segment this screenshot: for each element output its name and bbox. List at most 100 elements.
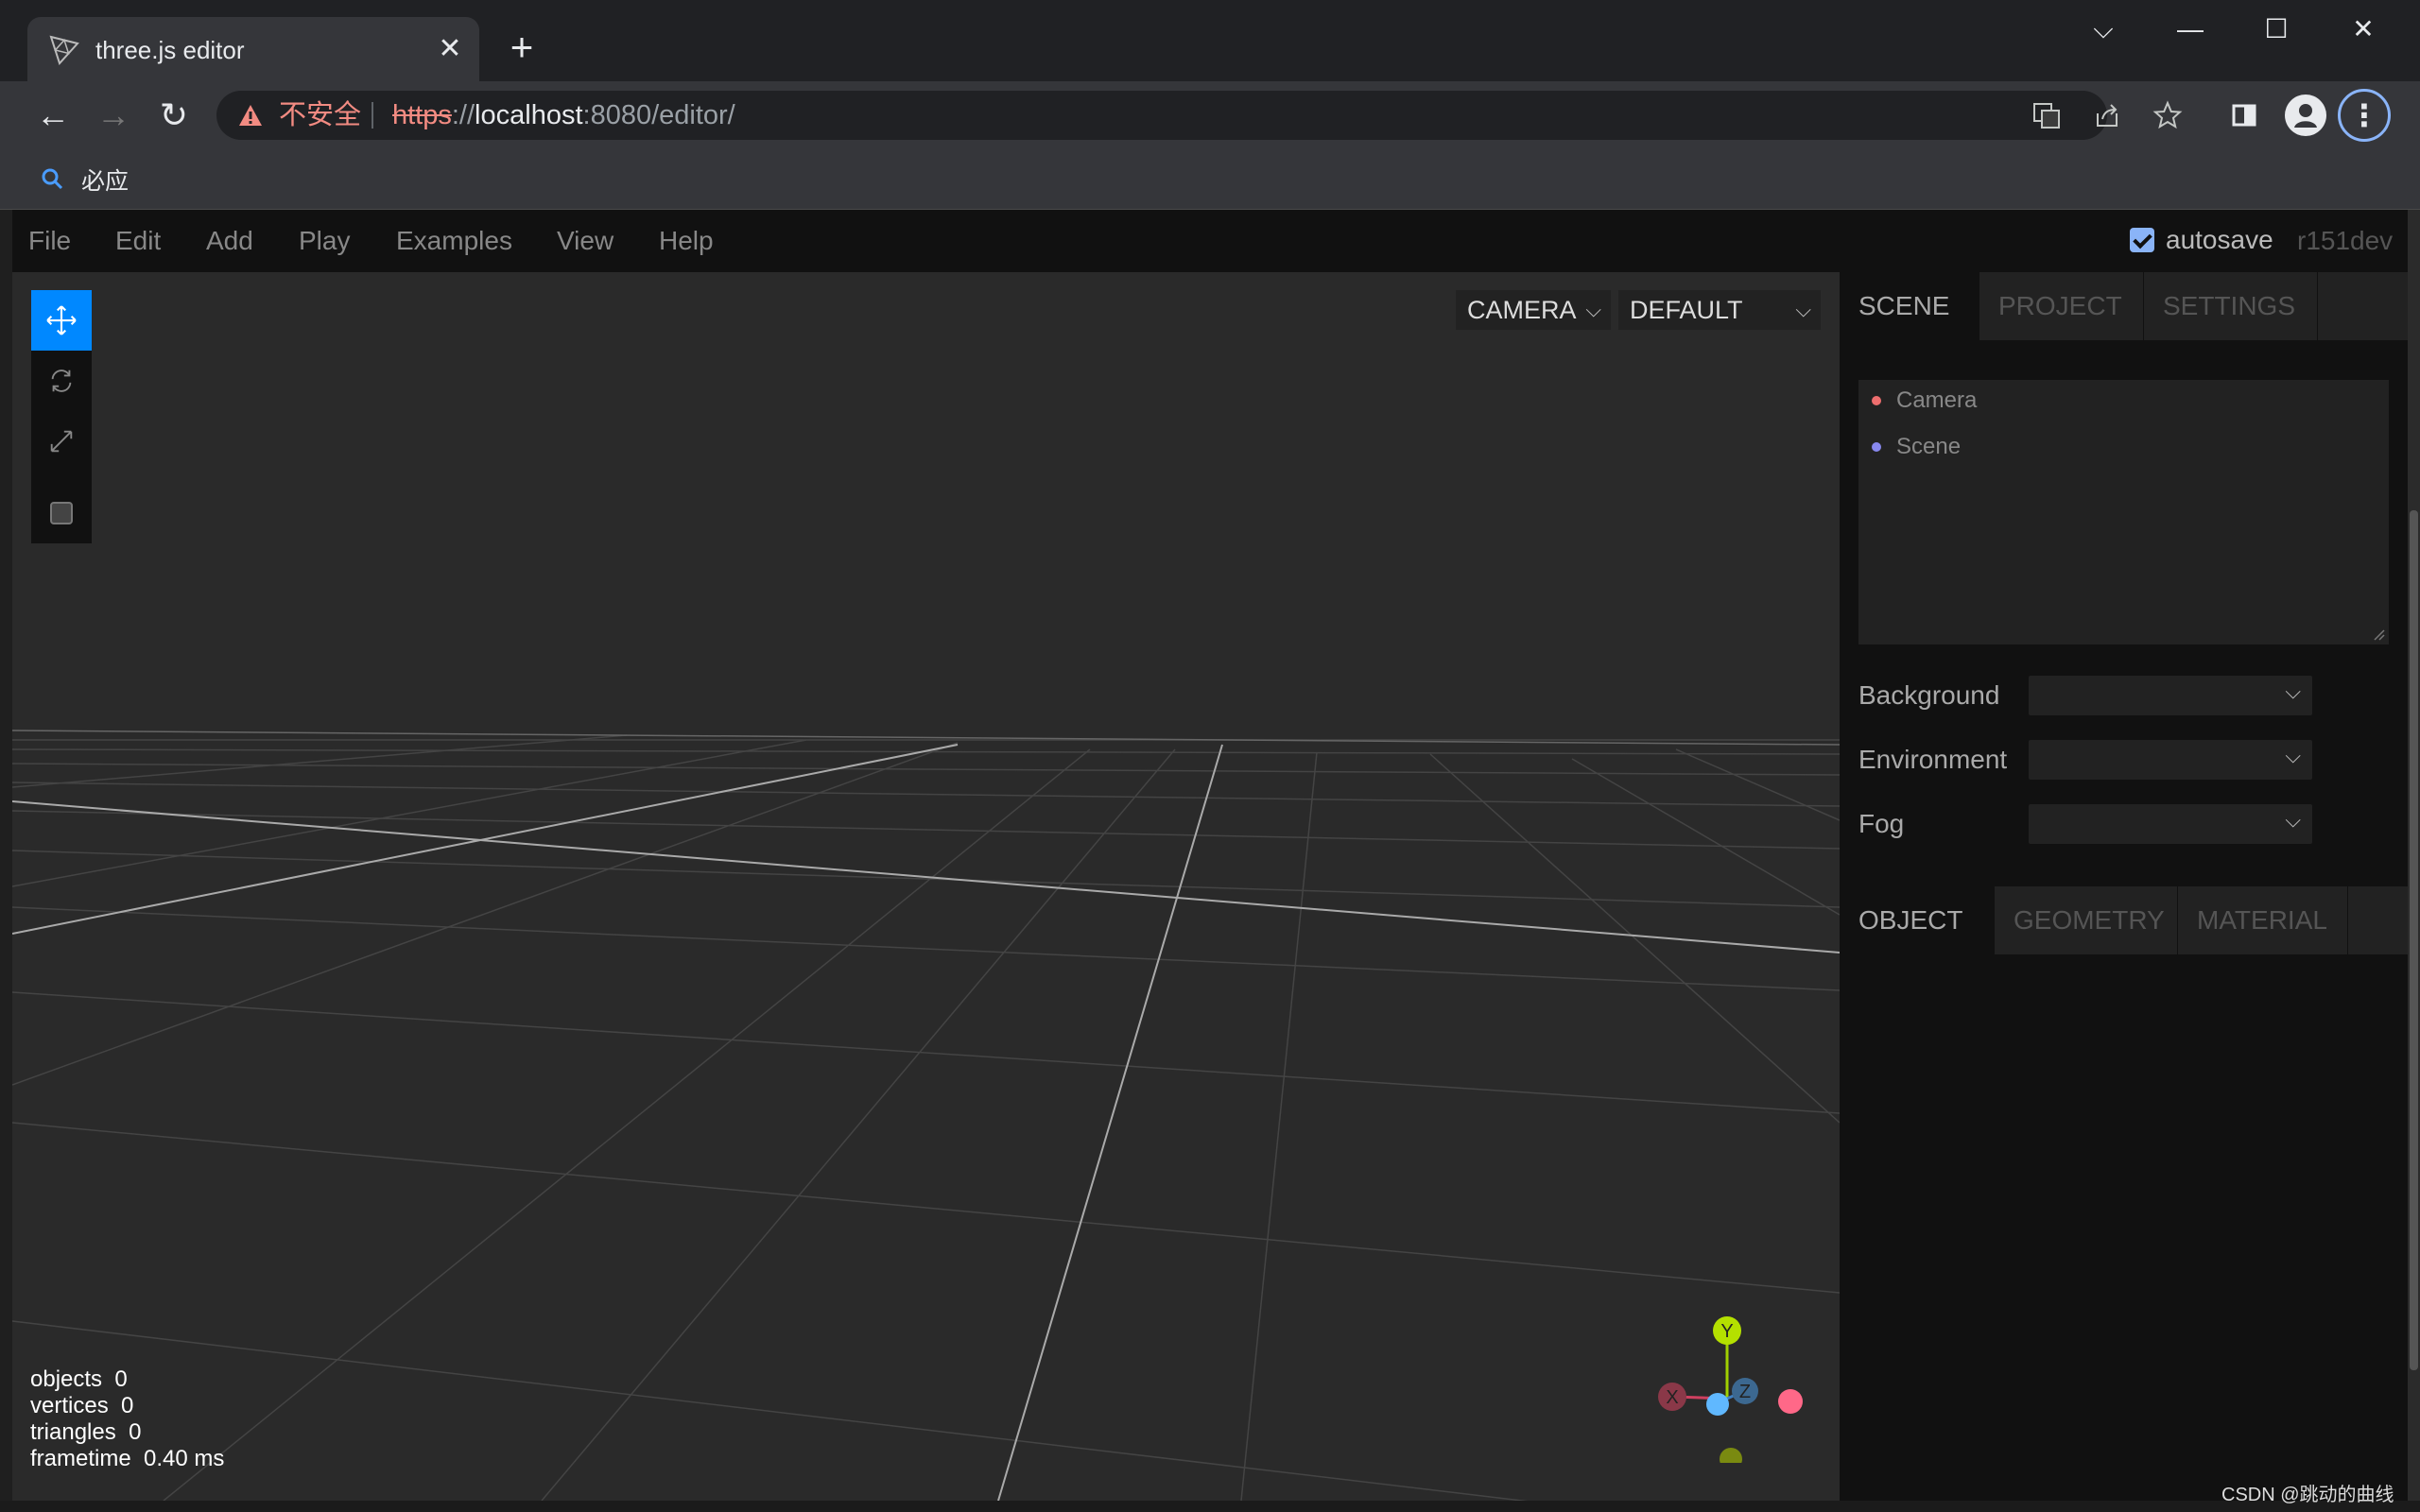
transform-toolbar <box>31 290 92 543</box>
scene-outliner[interactable]: Camera Scene <box>1858 380 2389 644</box>
info-label: triangles <box>30 1419 116 1445</box>
move-icon <box>46 305 77 335</box>
shading-select-value: DEFAULT <box>1630 296 1743 324</box>
address-bar[interactable]: 不安全 https://localhost:8080/editor/ <box>216 91 2183 140</box>
close-window-button[interactable]: ✕ <box>2335 13 2392 45</box>
tab-material[interactable]: MATERIAL <box>2178 886 2348 954</box>
profile-avatar-icon[interactable] <box>2285 94 2326 136</box>
url-text[interactable]: https://localhost:8080/editor/ <box>392 100 735 130</box>
tab-object[interactable]: OBJECT <box>1840 886 1995 954</box>
scale-tool-button[interactable] <box>31 411 92 472</box>
info-label: objects <box>30 1366 103 1392</box>
autosave-checkbox[interactable] <box>2130 228 2154 252</box>
tab-search-icon[interactable]: ⌵ <box>2075 13 2132 45</box>
background-select[interactable]: ⌵ <box>2029 676 2312 715</box>
reload-button[interactable]: ↻ <box>153 94 195 136</box>
info-label: frametime <box>30 1446 131 1471</box>
grid-helper <box>12 730 1840 1501</box>
info-label: vertices <box>30 1393 109 1418</box>
checkbox-icon <box>50 502 73 524</box>
threejs-logo-icon <box>49 35 79 65</box>
menu-examples[interactable]: Examples <box>396 225 512 257</box>
shading-select[interactable]: DEFAULT ⌵ <box>1618 290 1821 330</box>
version-label: r151dev <box>2297 226 2394 255</box>
camera-select[interactable]: CAMERA ⌵ <box>1456 290 1611 330</box>
separator <box>372 102 373 129</box>
resize-handle-icon[interactable] <box>2372 627 2385 641</box>
tab-title: three.js editor <box>95 36 245 64</box>
minimize-button[interactable]: — <box>2162 13 2219 45</box>
vertices-count: 0 <box>121 1393 134 1418</box>
browser-window: three.js editor ✕ + ⌵ — ☐ ✕ ← → ↻ 不安全 ht… <box>0 0 2420 1512</box>
menu-file[interactable]: File <box>28 225 71 257</box>
outliner-item-scene[interactable]: Scene <box>1872 434 1961 460</box>
tab-geometry[interactable]: GEOMETRY <box>1995 886 2178 954</box>
chevron-down-icon: ⌵ <box>1585 298 1601 321</box>
rotate-tool-button[interactable] <box>31 351 92 411</box>
menu-play[interactable]: Play <box>299 225 350 257</box>
scale-icon <box>50 430 73 453</box>
chevron-down-icon: ⌵ <box>2285 808 2301 832</box>
star-icon[interactable] <box>2152 100 2183 130</box>
sidebar-tabs: SCENE PROJECT SETTINGS <box>1840 272 2408 340</box>
sidebar: SCENE PROJECT SETTINGS Camera Scene Back… <box>1840 272 2408 1501</box>
translate-tool-button[interactable] <box>31 290 92 351</box>
menu-add[interactable]: Add <box>206 225 253 257</box>
watermark: CSDN @跳动的曲线 <box>2221 1485 2394 1505</box>
outliner-item-camera[interactable]: Camera <box>1872 387 1977 414</box>
translate-icon[interactable] <box>2031 100 2062 130</box>
y-axis-label: Y <box>1720 1321 1733 1342</box>
neg-y-axis-handle <box>1720 1448 1742 1463</box>
fog-select[interactable]: ⌵ <box>2029 804 2312 844</box>
tab-settings[interactable]: SETTINGS <box>2144 272 2318 340</box>
environment-select[interactable]: ⌵ <box>2029 740 2312 780</box>
share-icon[interactable] <box>2092 100 2122 130</box>
page-scrollbar-thumb[interactable] <box>2410 510 2418 1370</box>
outliner-item-label: Camera <box>1896 387 1978 413</box>
viewport-info: objects 0 vertices 0 triangles 0 frameti… <box>30 1366 224 1472</box>
warning-icon <box>239 105 262 126</box>
back-button[interactable]: ← <box>32 94 74 136</box>
background-label: Background <box>1858 680 2000 710</box>
forward-button[interactable]: → <box>93 94 134 136</box>
triangles-count: 0 <box>129 1419 142 1445</box>
environment-label: Environment <box>1858 745 2008 774</box>
camera-select-value: CAMERA <box>1467 296 1577 324</box>
neg-z-axis-handle <box>1706 1393 1729 1416</box>
local-space-toggle[interactable] <box>31 483 92 543</box>
browser-menu-button[interactable]: ⋮ <box>2338 89 2391 142</box>
maximize-button[interactable]: ☐ <box>2248 13 2305 45</box>
x-axis-label: X <box>1666 1387 1678 1408</box>
side-panel-icon[interactable] <box>2223 94 2265 136</box>
menu-help[interactable]: Help <box>659 225 714 257</box>
menu-edit[interactable]: Edit <box>115 225 161 257</box>
rotate-icon <box>51 369 72 392</box>
objects-count: 0 <box>114 1366 128 1392</box>
threejs-editor: File Edit Add Play Examples View Help au… <box>12 210 2408 1501</box>
editor-menubar: File Edit Add Play Examples View Help au… <box>12 210 2408 272</box>
autosave-label: autosave <box>2166 225 2273 254</box>
bookmark-item[interactable]: 必应 <box>40 163 129 197</box>
browser-tab[interactable]: three.js editor ✕ <box>27 17 479 81</box>
camera-dot-icon <box>1872 396 1881 405</box>
tab-project[interactable]: PROJECT <box>1979 272 2144 340</box>
menu-view[interactable]: View <box>557 225 614 257</box>
tab-scene[interactable]: SCENE <box>1840 272 1979 340</box>
neg-x-axis-handle <box>1778 1389 1803 1414</box>
security-label[interactable]: 不安全 <box>279 100 361 130</box>
z-axis-label: Z <box>1739 1382 1751 1402</box>
bookmark-label: 必应 <box>81 168 130 195</box>
title-bar: three.js editor ✕ + ⌵ — ☐ ✕ <box>0 0 2420 81</box>
tab-close-icon[interactable]: ✕ <box>434 33 466 65</box>
chevron-down-icon: ⌵ <box>1795 298 1811 321</box>
viewport[interactable]: CAMERA ⌵ DEFAULT ⌵ objects 0 vertices 0 … <box>12 272 1840 1501</box>
fog-label: Fog <box>1858 809 1905 838</box>
autosave-toggle[interactable]: autosave <box>2130 225 2273 255</box>
chevron-down-icon: ⌵ <box>2285 679 2301 703</box>
bookmarks-bar: 必应 <box>0 149 2420 210</box>
view-helper-gizmo[interactable]: Y X Z <box>1638 1293 1808 1463</box>
bottom-edge <box>0 1501 2420 1512</box>
scene-dot-icon <box>1872 442 1881 452</box>
outliner-item-label: Scene <box>1896 434 1962 459</box>
new-tab-button[interactable]: + <box>503 27 541 67</box>
